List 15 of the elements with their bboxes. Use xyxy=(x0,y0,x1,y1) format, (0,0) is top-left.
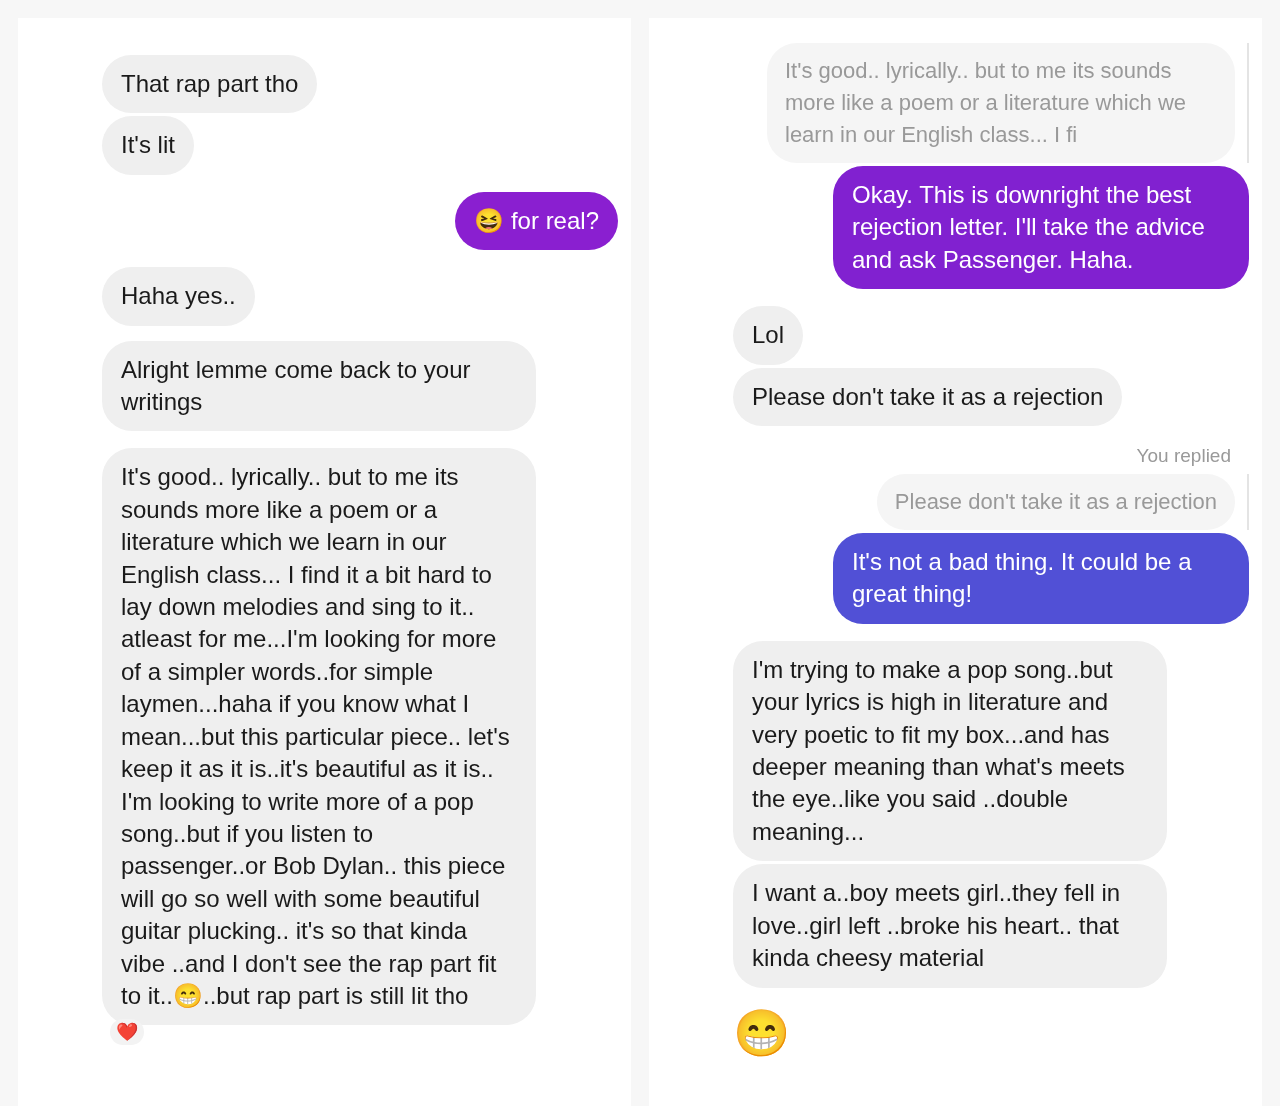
message-bubble: It's not a bad thing. It could be a great thing! xyxy=(833,533,1249,624)
reply-label: You replied xyxy=(1136,445,1231,468)
message-bubble: That rap part tho xyxy=(102,55,318,114)
message-bubble: Alright lemme come back to your writings xyxy=(102,340,536,432)
message-bubble: Okay. This is downright the best rejection letter. I'll take the advice and ask Passenger. Haha. xyxy=(833,166,1249,290)
message-bubble: 😆 for real? xyxy=(455,191,618,251)
message-bubble: It's lit xyxy=(102,116,194,175)
message-bubble: I'm trying to make a pop song..but your lyrics is high in literature and very poetic to fit my box...and has deeper meaning than what's meets the eye..like you said ..double meaning... xyxy=(733,640,1167,862)
message-bubble: Lol xyxy=(733,306,804,365)
reply-quote: Please don't take it as a rejection xyxy=(876,474,1235,531)
reply-quote: It's good.. lyrically.. but to me its sounds more like a poem or a literature which we learn in our English class... I fi xyxy=(767,43,1235,163)
message-bubble: Haha yes.. xyxy=(102,267,255,326)
emoji-message: 😁 xyxy=(733,1005,790,1061)
message-bubble: I want a..boy meets girl..they fell in love..girl left ..broke his heart.. that kinda cheesy material xyxy=(733,864,1167,988)
message-bubble: Please don't take it as a rejection xyxy=(733,367,1123,427)
